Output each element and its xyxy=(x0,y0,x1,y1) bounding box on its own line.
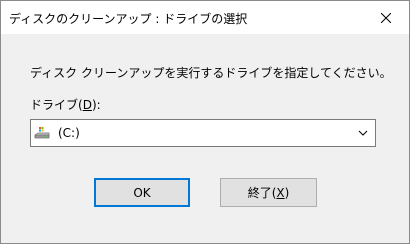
exit-label-accelerator: X xyxy=(276,186,285,200)
ok-button-label: OK xyxy=(133,185,151,200)
close-button[interactable] xyxy=(363,1,409,34)
window-title: ディスクのクリーンアップ : ドライブの選択 xyxy=(9,12,248,26)
drive-label-accelerator: D xyxy=(82,98,92,112)
chevron-down-icon[interactable] xyxy=(358,129,368,137)
close-icon xyxy=(381,12,391,23)
hard-drive-icon xyxy=(34,127,50,139)
ok-button[interactable]: OK xyxy=(94,178,190,207)
exit-label-prefix: 終了( xyxy=(247,186,277,200)
exit-button-label: 終了(X) xyxy=(248,184,290,201)
dialog-window: ディスクのクリーンアップ : ドライブの選択 ディスク クリーンアップを実行する… xyxy=(0,0,410,244)
exit-label-suffix: ) xyxy=(284,186,290,200)
instruction-text: ディスク クリーンアップを実行するドライブを指定してください。 xyxy=(30,66,392,80)
drive-label-suffix: ): xyxy=(91,98,101,112)
exit-button[interactable]: 終了(X) xyxy=(220,178,317,207)
dialog-body: ディスク クリーンアップを実行するドライブを指定してください。 ドライブ(D):… xyxy=(1,34,409,243)
drive-label: ドライブ(D): xyxy=(30,96,101,113)
title-bar[interactable]: ディスクのクリーンアップ : ドライブの選択 xyxy=(1,1,409,34)
drive-label-prefix: ドライブ( xyxy=(30,98,83,112)
selected-drive: (C:) xyxy=(58,126,80,140)
drive-select[interactable]: (C:) xyxy=(30,119,376,147)
